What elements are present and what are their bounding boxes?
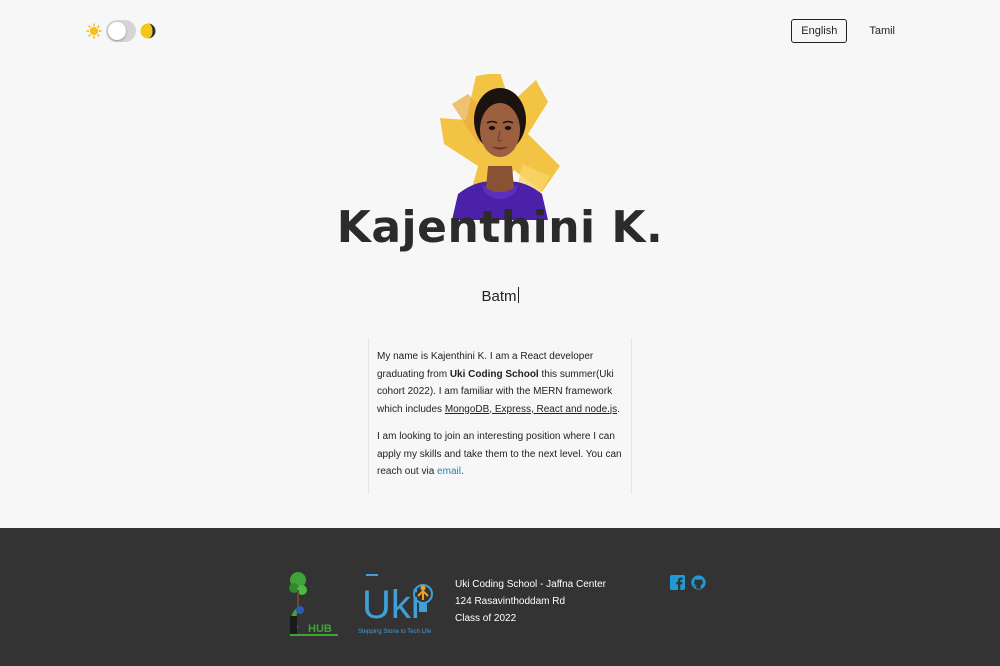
ihub-text: HUB: [308, 623, 332, 635]
uki-text: Uki: [362, 583, 420, 627]
about-paragraph-2: I am looking to join an interesting posi…: [377, 428, 623, 481]
language-switch: English Tamil: [791, 19, 905, 43]
moon-icon: [140, 23, 156, 39]
school-info: Uki Coding School - Jaffna Center 124 Ra…: [455, 576, 606, 627]
facebook-icon[interactable]: [670, 575, 685, 590]
theme-toggle: [86, 20, 156, 42]
typed-role-text: Batm: [0, 287, 1000, 305]
school-address: 124 Rasavinthoddam Rd: [455, 596, 566, 607]
uki-tagline: Stepping Stone to Tech Life: [358, 629, 432, 635]
profile-name: Kajenthini K.: [336, 202, 664, 253]
footer: HUB Uki Stepping Stone to Tech Life Uki …: [0, 528, 1000, 666]
about-text: .: [617, 403, 620, 415]
lang-tamil-button[interactable]: Tamil: [859, 19, 905, 43]
social-links: [670, 575, 706, 590]
switch-knob: [108, 22, 126, 40]
text-cursor: [517, 287, 519, 303]
school-line: Uki Coding School - Jaffna Center: [455, 579, 607, 590]
theme-switch[interactable]: [106, 20, 136, 42]
about-section: My name is Kajenthini K. I am a React de…: [368, 338, 632, 494]
lang-english-button[interactable]: English: [791, 19, 848, 43]
class-year: Class of 2022: [455, 613, 517, 624]
about-text: .: [460, 466, 464, 477]
github-icon[interactable]: [691, 575, 706, 590]
about-text: I am looking to join an interesting posi…: [377, 431, 622, 477]
sun-icon: [86, 23, 102, 39]
about-paragraph-1: My name is Kajenthini K. I am a React de…: [377, 348, 623, 418]
ihub-logo: HUB: [286, 568, 340, 638]
school-name: Uki Coding School: [449, 368, 539, 380]
typed-text: Batm: [481, 288, 517, 305]
profile-avatar: [438, 72, 562, 220]
tech-stack: MongoDB, Express, React and node.js: [444, 403, 618, 415]
email-link[interactable]: email: [437, 466, 461, 477]
